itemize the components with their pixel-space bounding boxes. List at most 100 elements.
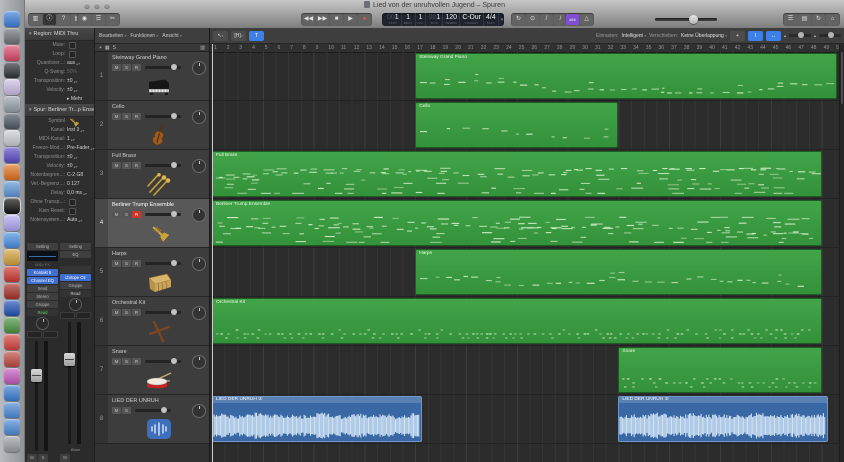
dock-icon-imovie[interactable]	[4, 147, 20, 163]
vertical-zoom-handle[interactable]	[797, 32, 804, 38]
region-param-row-2[interactable]: Quantisier...: aus ▴▾	[25, 59, 94, 68]
dock-icon-trash[interactable]	[4, 436, 20, 452]
x64-button[interactable]: x64	[566, 14, 579, 25]
track-param-row-1[interactable]: Kanal: Inst 3 ▴▾	[25, 126, 94, 135]
volume-slider[interactable]	[145, 113, 181, 119]
region-param-row-6[interactable]: ▸ Mehr	[25, 95, 94, 104]
dock-icon-photo-booth[interactable]	[4, 28, 20, 44]
volume-slider[interactable]	[145, 162, 181, 168]
plugin-slot[interactable]: Kontakt 5	[27, 269, 58, 276]
stepper-icon[interactable]: ▴▾	[76, 59, 80, 68]
track-header-steinway-grand-piano[interactable]: 1 Steinway Grand Piano M S R	[95, 52, 209, 101]
volume-slider[interactable]	[145, 211, 181, 217]
region-param-row-5[interactable]: Velocity: ±0 ▴▾	[25, 86, 94, 95]
record-button[interactable]: ●	[358, 14, 371, 25]
horizontal-zoom-slider[interactable]	[819, 32, 841, 38]
region-param-row-4[interactable]: Transposition: ±0 ▴▾	[25, 77, 94, 86]
stepper-icon[interactable]: ▴▾	[80, 126, 84, 135]
volume-slider-handle[interactable]	[160, 407, 167, 413]
input-monitor-box[interactable]	[76, 312, 91, 319]
record-button[interactable]: R	[132, 260, 141, 267]
automation-mode-button[interactable]: Read	[60, 290, 91, 297]
input-monitor-box[interactable]	[43, 331, 58, 338]
track-param-row-6[interactable]: Notenbegren...: C-2 G8	[25, 171, 94, 180]
solo-button[interactable]: S	[122, 64, 131, 71]
quick-help-button[interactable]: ?	[57, 14, 70, 25]
track-param-row-3[interactable]: Freeze-Mod...: Pre-Fader ▴▾	[25, 144, 94, 153]
dock-icon-green-book-app[interactable]	[4, 317, 20, 333]
track-param-row-9[interactable]: Ohne Transp...:	[25, 198, 94, 207]
record-button[interactable]: R	[132, 162, 141, 169]
midi-region[interactable]: Snare	[618, 347, 822, 393]
solo-button[interactable]: S	[122, 260, 131, 267]
mute-button[interactable]: M	[112, 162, 121, 169]
record-button[interactable]: R	[132, 113, 141, 120]
region-param-row-3[interactable]: Q-Swing: 50%	[25, 68, 94, 77]
stepper-icon[interactable]: ▴▾	[78, 216, 82, 225]
pan-knob[interactable]	[60, 298, 91, 311]
lcd-key-signature[interactable]: C-Dur TONART	[460, 13, 484, 26]
record-button[interactable]: R	[132, 309, 141, 316]
track-header-berliner-trump-ensemble[interactable]: 4 Berliner Trump Ensemble M S R	[95, 199, 209, 248]
vertical-zoom-slider[interactable]	[788, 32, 811, 38]
volume-slider[interactable]	[145, 64, 181, 70]
setting-button[interactable]: Setting	[60, 243, 91, 250]
dock-icon-logic-pro[interactable]	[3, 197, 21, 215]
lcd-menu-caret[interactable]: ▾	[499, 17, 504, 23]
volume-slider-handle[interactable]	[170, 358, 177, 364]
browsers-button[interactable]: ⌂	[826, 14, 839, 25]
track-param-row-10[interactable]: Kein Reset:	[25, 207, 94, 216]
dock-icon-text-editor[interactable]	[4, 334, 20, 350]
midi-region[interactable]: Full Brass	[212, 151, 822, 197]
library-button[interactable]: ▥	[29, 14, 42, 25]
fader-handle[interactable]	[31, 368, 42, 382]
stepper-icon[interactable]: ▴▾	[91, 144, 95, 153]
mute-button[interactable]: M	[112, 211, 121, 218]
solo-button[interactable]: S	[122, 162, 131, 169]
solo-button[interactable]: S	[38, 454, 48, 462]
catch-playhead-button[interactable]: +	[729, 30, 745, 41]
playhead[interactable]	[212, 44, 213, 462]
track-solo-button[interactable]: S	[113, 45, 116, 51]
mute-button[interactable]: M	[27, 454, 37, 462]
volume-slider-handle[interactable]	[170, 211, 177, 217]
setting-button[interactable]: Setting	[27, 243, 58, 250]
lcd-display[interactable]: 001 TAKT 1 BEAT 1 DIV 001 TICK 120 TEMPO…	[382, 13, 504, 26]
midi-region[interactable]: Berliner Trump Ensemble	[212, 200, 822, 246]
horizontal-zoom-handle[interactable]	[827, 32, 834, 38]
dock-icon-quicktime[interactable]	[4, 113, 20, 129]
dock-icon-apple-app[interactable]	[4, 351, 20, 367]
dock-icon-cards-app[interactable]	[4, 79, 20, 95]
checkbox[interactable]	[69, 51, 76, 58]
audio-region[interactable]: LIED DER UNRUH ②	[212, 396, 422, 442]
eq-display[interactable]	[27, 251, 58, 261]
volume-slider-handle[interactable]	[170, 260, 177, 266]
volume-slider[interactable]	[145, 358, 181, 364]
dock-icon-music-app[interactable]	[4, 45, 20, 61]
track-header-snare[interactable]: 7 Snare M S R	[95, 346, 209, 395]
stepper-icon[interactable]: ▴▾	[74, 153, 78, 162]
fader-handle[interactable]	[64, 352, 75, 366]
dock-icon-folder[interactable]	[4, 181, 20, 197]
mute-button[interactable]: M	[112, 309, 121, 316]
list-editors-button[interactable]: ☰	[784, 14, 797, 25]
volume-slider-handle[interactable]	[170, 162, 177, 168]
add-track-button[interactable]: +	[99, 45, 102, 51]
dock-icon-safari[interactable]	[4, 232, 20, 248]
dock-icon-dictionary[interactable]	[4, 283, 20, 299]
dock-icon-antivirus[interactable]	[4, 266, 20, 282]
metronome-button[interactable]: △	[580, 14, 593, 25]
volume-fader[interactable]	[27, 339, 58, 453]
dock-icon-blue-folder-2[interactable]	[4, 419, 20, 435]
eq-button[interactable]: EQ	[60, 251, 91, 258]
marquee-tool-button[interactable]: T	[249, 30, 264, 41]
dock-icon-photos[interactable]	[4, 130, 20, 146]
snap-menu[interactable]: Intelligent ▾	[622, 33, 647, 39]
note-pads-button[interactable]: ▤	[798, 14, 811, 25]
track-zoom-button[interactable]: ▥	[200, 45, 205, 51]
stop-button[interactable]: ■	[330, 14, 343, 25]
plugin-slot[interactable]: iZotope Oz	[60, 274, 91, 281]
record-button[interactable]: R	[132, 358, 141, 365]
track-header-lied-der-unruh[interactable]: 8 LIED DER UNRUH M S	[95, 395, 209, 444]
dock-icon-app-store[interactable]	[4, 249, 20, 265]
